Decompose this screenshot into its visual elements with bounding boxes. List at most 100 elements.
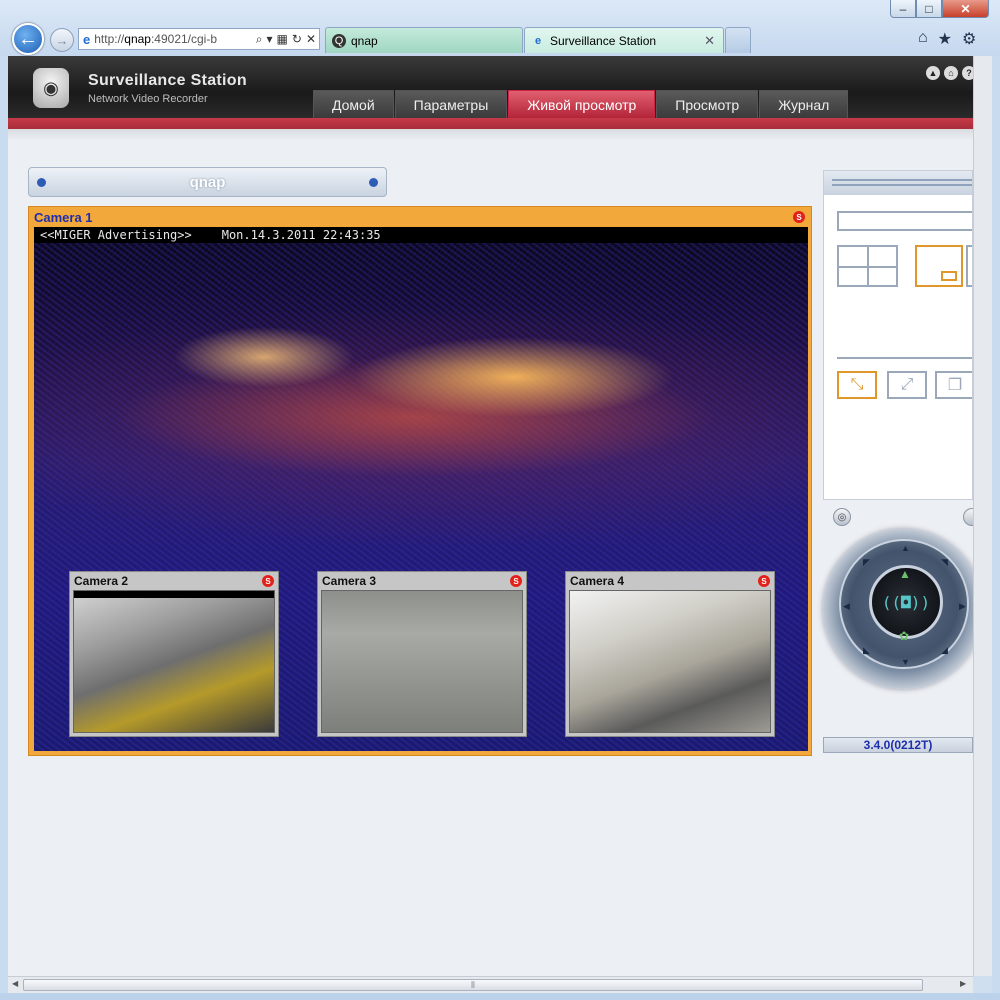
camera-logo-icon: ◉ [33,68,69,108]
back-button[interactable]: ← [12,23,44,55]
server-bar[interactable]: qnap [28,167,387,197]
favorites-star-icon[interactable]: ★ [938,29,952,49]
nav-tab-playback[interactable]: Просмотр [656,90,759,118]
video-osd-strip [74,591,274,598]
nav-tab-settings[interactable]: Параметры [394,90,508,118]
scroll-left-icon[interactable]: ◀ [12,979,18,988]
record-status-icon: S [262,575,274,587]
camera-thumbnail[interactable]: Camera 4 S [565,571,775,737]
record-status-icon: S [758,575,770,587]
address-actions: ⌕ ▾ ▦ ↻ ✕ [256,32,319,47]
forward-button[interactable]: → [50,28,74,52]
ptz-direction-ring[interactable]: ▲ ▼ ◀ ▶ ◤ ◥ ◣ ◢ ((◘)) ▲ ✿ [839,539,969,669]
stop-icon[interactable]: ✕ [306,32,316,47]
maximize-button[interactable]: □ [916,0,942,18]
header-accent-bar [8,118,973,140]
server-dot-right-icon [369,178,378,187]
minimize-button[interactable]: – [890,0,916,18]
grid-divider [839,266,896,268]
ptz-down-icon[interactable]: ▼ [901,657,910,667]
window-border-left [0,56,8,993]
camera-thumbnail[interactable]: Camera 3 S [317,571,527,737]
tab-label: Surveillance Station [550,33,657,48]
ptz-down-right-icon[interactable]: ◢ [941,645,948,656]
ptz-up-right-icon[interactable]: ◥ [941,557,948,568]
ptz-up-icon[interactable]: ▲ [901,543,910,553]
window-controls: – □ ✕ [890,0,995,20]
vertical-scrollbar[interactable] [973,56,992,976]
ptz-home-icon: ((◘)) [881,592,931,612]
arrow-right-icon: → [55,32,69,48]
browser-tab-surveillance[interactable]: e Surveillance Station ✕ [524,27,724,53]
header-icons: ▲ ⌂ ? [926,66,973,80]
layout-panel-header [824,171,972,195]
layout-quad-button[interactable] [837,245,898,287]
nav-tab-live-view[interactable]: Живой просмотр [508,90,656,118]
browser-window: – □ ✕ ← → e http:// qnap :49021/cgi-b ⌕ … [0,0,1000,1000]
compat-icon[interactable]: ▦ [277,32,288,47]
sequence-button[interactable]: ❐ [935,371,972,399]
camera-video-image [73,590,275,733]
tab-label: qnap [351,33,378,48]
main-camera-video[interactable]: <<MIGER Advertising>> Mon.14.3.2011 22:4… [34,227,808,751]
browser-chrome: – □ ✕ ← → e http:// qnap :49021/cgi-b ⌕ … [0,0,1000,56]
eject-icon[interactable]: ▲ [926,66,940,80]
close-tab-icon[interactable]: ✕ [704,33,715,49]
osd-text: <<MIGER Advertising>> [40,228,192,242]
snapshot-button[interactable]: ◎ [833,508,851,526]
fullscreen-button[interactable]: ⤢ [887,371,927,399]
extra-control-button[interactable] [963,508,973,526]
surveillance-app: ◉ Surveillance Station Network Video Rec… [8,56,973,976]
layout-more-button[interactable] [966,245,972,287]
main-nav: Домой Параметры Живой просмотр Просмотр … [313,90,849,118]
nav-tab-home[interactable]: Домой [313,90,394,118]
horizontal-scrollbar[interactable]: ◀ ⦀ ▶ [8,976,973,993]
expand-icon: ⤢ [900,376,914,393]
zoom-out-icon[interactable]: ✿ [899,629,909,643]
address-bar[interactable]: e http:// qnap :49021/cgi-b ⌕ ▾ ▦ ↻ ✕ [78,28,320,50]
gear-icon[interactable]: ⚙ [962,29,976,49]
ie-page-icon: e [83,31,91,47]
dropdown-icon[interactable]: ▾ [267,32,273,47]
browser-right-icons: ⌂ ★ ⚙ [918,29,976,49]
window-border-bottom [0,993,1000,1000]
product-title: Surveillance Station [88,72,247,89]
scroll-right-icon[interactable]: ▶ [960,979,966,988]
thumbnail-label: Camera 2 [74,574,129,588]
camera-video-image [321,590,523,733]
zoom-in-icon[interactable]: ▲ [899,567,911,581]
main-camera-view[interactable]: Camera 1 S <<MIGER Advertising>> Mon.14.… [28,206,812,756]
ptz-up-left-icon[interactable]: ◤ [863,557,870,568]
scroll-thumb[interactable]: ⦀ [23,979,923,991]
layout-pip-button[interactable] [915,245,963,287]
record-status-icon: S [793,211,805,223]
pip-position-button[interactable]: ⤡ [837,371,877,399]
record-status-icon: S [510,575,522,587]
help-icon[interactable]: ? [962,66,973,80]
thumbnail-label: Camera 4 [570,574,625,588]
ptz-left-icon[interactable]: ◀ [843,601,850,612]
server-name: qnap [189,173,226,191]
ie-favicon-icon: e [534,34,542,47]
layout-single-button[interactable] [837,211,972,231]
camera-video-image [569,590,771,733]
thumbnail-label: Camera 3 [322,574,377,588]
camera-thumbnail[interactable]: Camera 2 S [69,571,279,737]
ptz-control: ▲ ▼ ◀ ▶ ◤ ◥ ◣ ◢ ((◘)) ▲ ✿ [823,529,973,689]
arrow-left-icon: ← [18,27,38,50]
ptz-right-icon[interactable]: ▶ [959,601,966,612]
close-window-button[interactable]: ✕ [942,0,989,18]
server-dot-left-icon [37,178,46,187]
app-header: ◉ Surveillance Station Network Video Rec… [8,56,973,118]
nav-tab-log[interactable]: Журнал [759,90,849,118]
home-icon[interactable]: ⌂ [918,29,928,49]
refresh-icon[interactable]: ↻ [292,32,302,47]
new-tab-button[interactable] [725,27,751,53]
search-icon[interactable]: ⌕ [256,32,263,47]
home-small-icon[interactable]: ⌂ [944,66,958,80]
ptz-down-left-icon[interactable]: ◣ [863,645,870,656]
video-osd: <<MIGER Advertising>> Mon.14.3.2011 22:4… [34,227,808,243]
osd-time: Mon.14.3.2011 22:43:35 [221,228,381,242]
camera-icon: ◎ [837,511,847,523]
browser-tab-qnap[interactable]: Q qnap [325,27,523,53]
